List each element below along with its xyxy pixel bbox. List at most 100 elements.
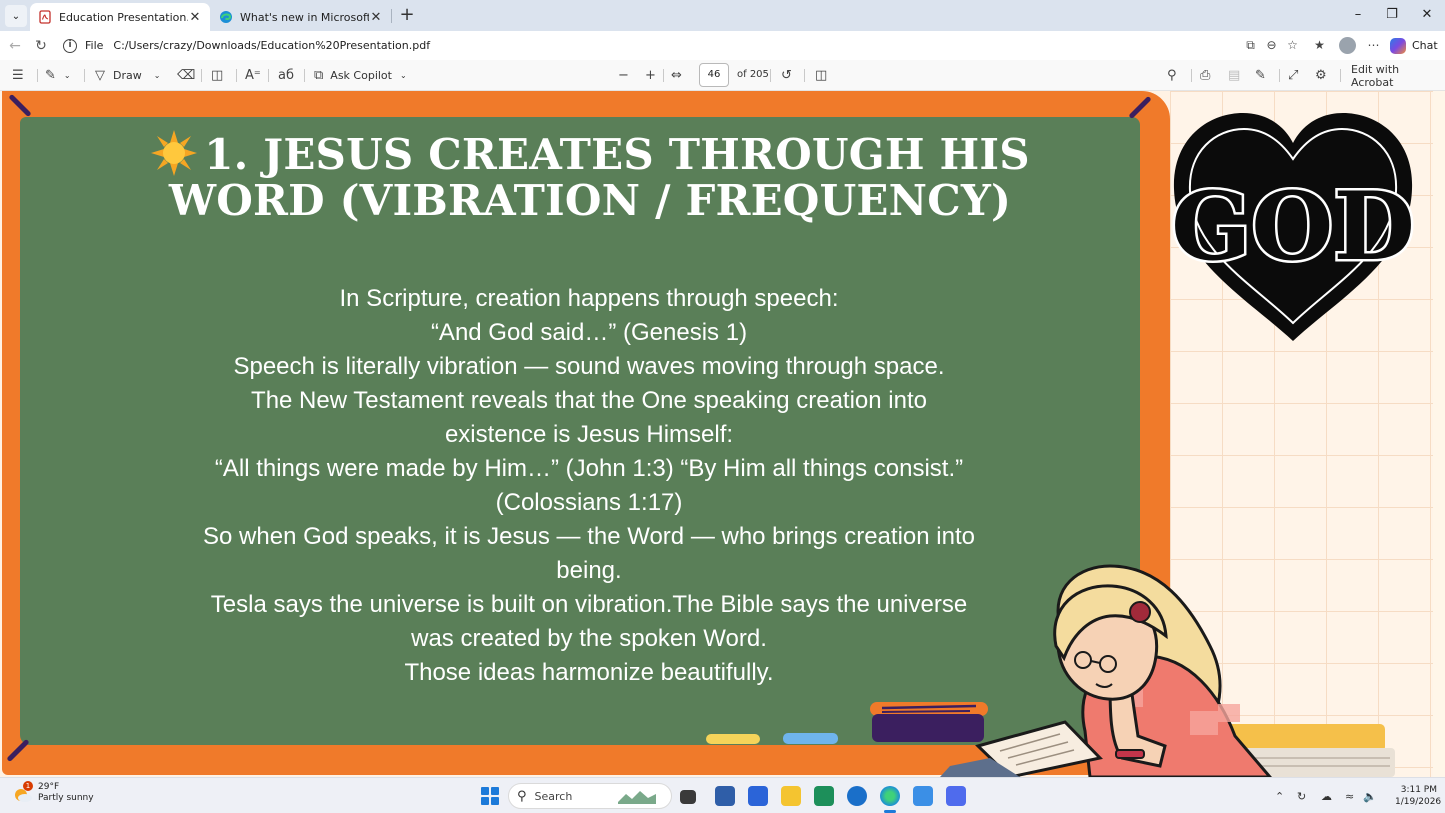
tab-strip: ⌄ Education Presentation.pdf ✕ What's ne… bbox=[0, 0, 1445, 31]
slide-page: 1. JESUS CREATES THROUGH HIS WORD (VIBRA… bbox=[0, 91, 1433, 777]
rotate-icon[interactable]: ↺ bbox=[781, 67, 792, 84]
ask-copilot-button[interactable]: ⧉ Ask Copilot ⌄ bbox=[314, 67, 407, 84]
fit-width-icon[interactable]: ⇔ bbox=[671, 67, 682, 84]
chevron-down-icon[interactable]: ⌄ bbox=[400, 71, 407, 80]
tab-whats-new-edge[interactable]: What's new in Microsoft Edge ✕ bbox=[211, 3, 391, 31]
app-icon[interactable] bbox=[748, 786, 768, 806]
new-tab-plus-icon[interactable]: + bbox=[397, 5, 417, 25]
pdf-icon bbox=[39, 10, 51, 24]
slide-title: 1. JESUS CREATES THROUGH HIS WORD (VIBRA… bbox=[120, 129, 1060, 224]
wifi-icon[interactable]: ≈ bbox=[1345, 790, 1354, 803]
close-tab-icon[interactable]: ✕ bbox=[188, 10, 202, 25]
toolbar-divider bbox=[201, 69, 202, 82]
draw-button[interactable]: ▽ Draw ⌄ bbox=[95, 67, 160, 84]
body-line: The New Testament reveals that the One s… bbox=[251, 387, 927, 448]
toolbar-divider bbox=[770, 69, 771, 82]
slide-title-text: 1. JESUS CREATES THROUGH HIS WORD (VIBRA… bbox=[168, 130, 1030, 225]
close-tab-icon[interactable]: ✕ bbox=[369, 10, 383, 25]
save-icon[interactable]: ▤ bbox=[1228, 67, 1240, 84]
read-aloud-icon[interactable]: A⁼ bbox=[245, 67, 261, 84]
more-options-icon[interactable]: ⋯ bbox=[1365, 37, 1382, 54]
app-icon[interactable] bbox=[814, 786, 834, 806]
toolbar-divider bbox=[663, 69, 664, 82]
chevron-down-icon[interactable]: ⌄ bbox=[154, 71, 161, 80]
copilot-icon: ⧉ bbox=[314, 68, 324, 83]
weather-temp: 29°F bbox=[38, 782, 60, 792]
toolbar-divider bbox=[1279, 69, 1280, 82]
pdf-viewer[interactable]: 1. JESUS CREATES THROUGH HIS WORD (VIBRA… bbox=[0, 91, 1445, 777]
body-line: “And God said…” (Genesis 1) bbox=[430, 319, 748, 346]
tab-title: What's new in Microsoft Edge bbox=[240, 10, 369, 24]
app-icon[interactable] bbox=[946, 786, 966, 806]
start-windows-icon[interactable] bbox=[481, 787, 499, 805]
chevron-up-icon[interactable]: ⌃ bbox=[1275, 790, 1284, 803]
edge-icon[interactable] bbox=[880, 786, 900, 806]
blue-chalk bbox=[783, 733, 838, 744]
weather-desc: Partly sunny bbox=[38, 793, 94, 803]
update-icon[interactable]: ↻ bbox=[1297, 790, 1306, 803]
tab-title: Education Presentation.pdf bbox=[59, 10, 188, 24]
search-highlight-icon bbox=[618, 791, 657, 804]
zoom-out-icon[interactable]: − bbox=[618, 67, 629, 84]
zoom-in-icon[interactable]: + bbox=[645, 67, 656, 84]
toolbar-divider bbox=[304, 69, 305, 82]
tab-divider bbox=[391, 9, 392, 23]
store-icon[interactable] bbox=[715, 786, 735, 806]
copilot-chat-button[interactable]: Chat bbox=[1390, 35, 1438, 56]
page-total: of 205 bbox=[737, 69, 769, 80]
weather-sun-icon: 1 bbox=[12, 781, 34, 804]
student-illustration bbox=[870, 564, 1395, 777]
restore-icon[interactable]: ❐ bbox=[1375, 0, 1409, 30]
print-icon[interactable]: ⎙ bbox=[1200, 67, 1210, 84]
back-arrow-icon[interactable]: ← bbox=[5, 36, 25, 56]
page-view-icon[interactable]: ◫ bbox=[815, 67, 827, 84]
file-explorer-icon[interactable] bbox=[781, 786, 801, 806]
favorites-list-icon[interactable]: ★ bbox=[1311, 37, 1328, 54]
toolbar-divider bbox=[268, 69, 269, 82]
fullscreen-icon[interactable]: ⤢ bbox=[1288, 67, 1298, 84]
page-number-input[interactable]: 46 bbox=[699, 63, 729, 87]
profile-avatar[interactable] bbox=[1339, 37, 1356, 54]
edit-with-acrobat-label: Edit with Acrobat bbox=[1351, 62, 1400, 89]
zoom-icon[interactable]: ⊖ bbox=[1263, 37, 1280, 54]
clock-date: 1/19/2026 bbox=[1395, 797, 1442, 807]
url-scheme: File bbox=[85, 39, 104, 52]
system-clock[interactable]: 3:11 PM 1/19/2026 bbox=[1395, 784, 1442, 808]
volume-icon[interactable]: 🔈 bbox=[1363, 790, 1377, 803]
info-icon[interactable]: i bbox=[63, 38, 77, 53]
translate-icon[interactable]: аб bbox=[278, 67, 294, 84]
add-text-icon[interactable]: ◫ bbox=[211, 67, 223, 84]
search-label: Search bbox=[534, 789, 573, 803]
taskbar-search[interactable]: ⚲ Search bbox=[508, 783, 672, 809]
yellow-chalk bbox=[706, 734, 760, 744]
app-icon[interactable] bbox=[913, 786, 933, 806]
sun-icon bbox=[151, 130, 198, 176]
favorite-star-icon[interactable]: ☆ bbox=[1284, 37, 1301, 54]
close-window-icon[interactable]: ✕ bbox=[1410, 0, 1444, 30]
settings-gear-icon[interactable]: ⚙ bbox=[1315, 67, 1327, 84]
toolbar-divider bbox=[37, 69, 38, 82]
url-text[interactable]: C:/Users/crazy/Downloads/Education%20Pre… bbox=[113, 39, 430, 52]
weather-widget[interactable]: 1 29°F Partly sunny bbox=[12, 781, 94, 804]
clock-time: 3:11 PM bbox=[1400, 785, 1437, 795]
edit-with-acrobat-button[interactable]: Edit with Acrobat bbox=[1351, 63, 1445, 89]
tab-actions-chevron-icon[interactable]: ⌄ bbox=[5, 5, 27, 27]
save-as-icon[interactable]: ✎ bbox=[1255, 67, 1266, 84]
onedrive-cloud-icon[interactable]: ☁ bbox=[1321, 790, 1332, 803]
toolbar-divider bbox=[1191, 69, 1192, 82]
erase-icon[interactable]: ⌫ bbox=[177, 67, 195, 84]
logo-text-fill: GOD bbox=[1171, 172, 1415, 282]
ask-copilot-label: Ask Copilot bbox=[330, 69, 392, 82]
god-heart-logo: GOD GOD bbox=[1169, 113, 1417, 341]
task-view-icon[interactable] bbox=[680, 790, 696, 804]
outlook-icon[interactable] bbox=[847, 786, 867, 806]
refresh-icon[interactable]: ↻ bbox=[31, 36, 51, 56]
contents-list-icon[interactable]: ☰ bbox=[12, 67, 24, 84]
search-icon[interactable]: ⚲ bbox=[1167, 67, 1177, 84]
minimize-icon[interactable]: – bbox=[1341, 0, 1375, 30]
copilot-page-icon[interactable]: ⧉ bbox=[1242, 37, 1259, 54]
tab-education-pdf[interactable]: Education Presentation.pdf ✕ bbox=[30, 3, 210, 31]
address-bar[interactable]: i File C:/Users/crazy/Downloads/Educatio… bbox=[58, 34, 1308, 57]
highlight-icon[interactable]: ✎ ⌄ bbox=[45, 67, 71, 84]
navigation-bar: ← ↻ i File C:/Users/crazy/Downloads/Educ… bbox=[0, 31, 1445, 60]
